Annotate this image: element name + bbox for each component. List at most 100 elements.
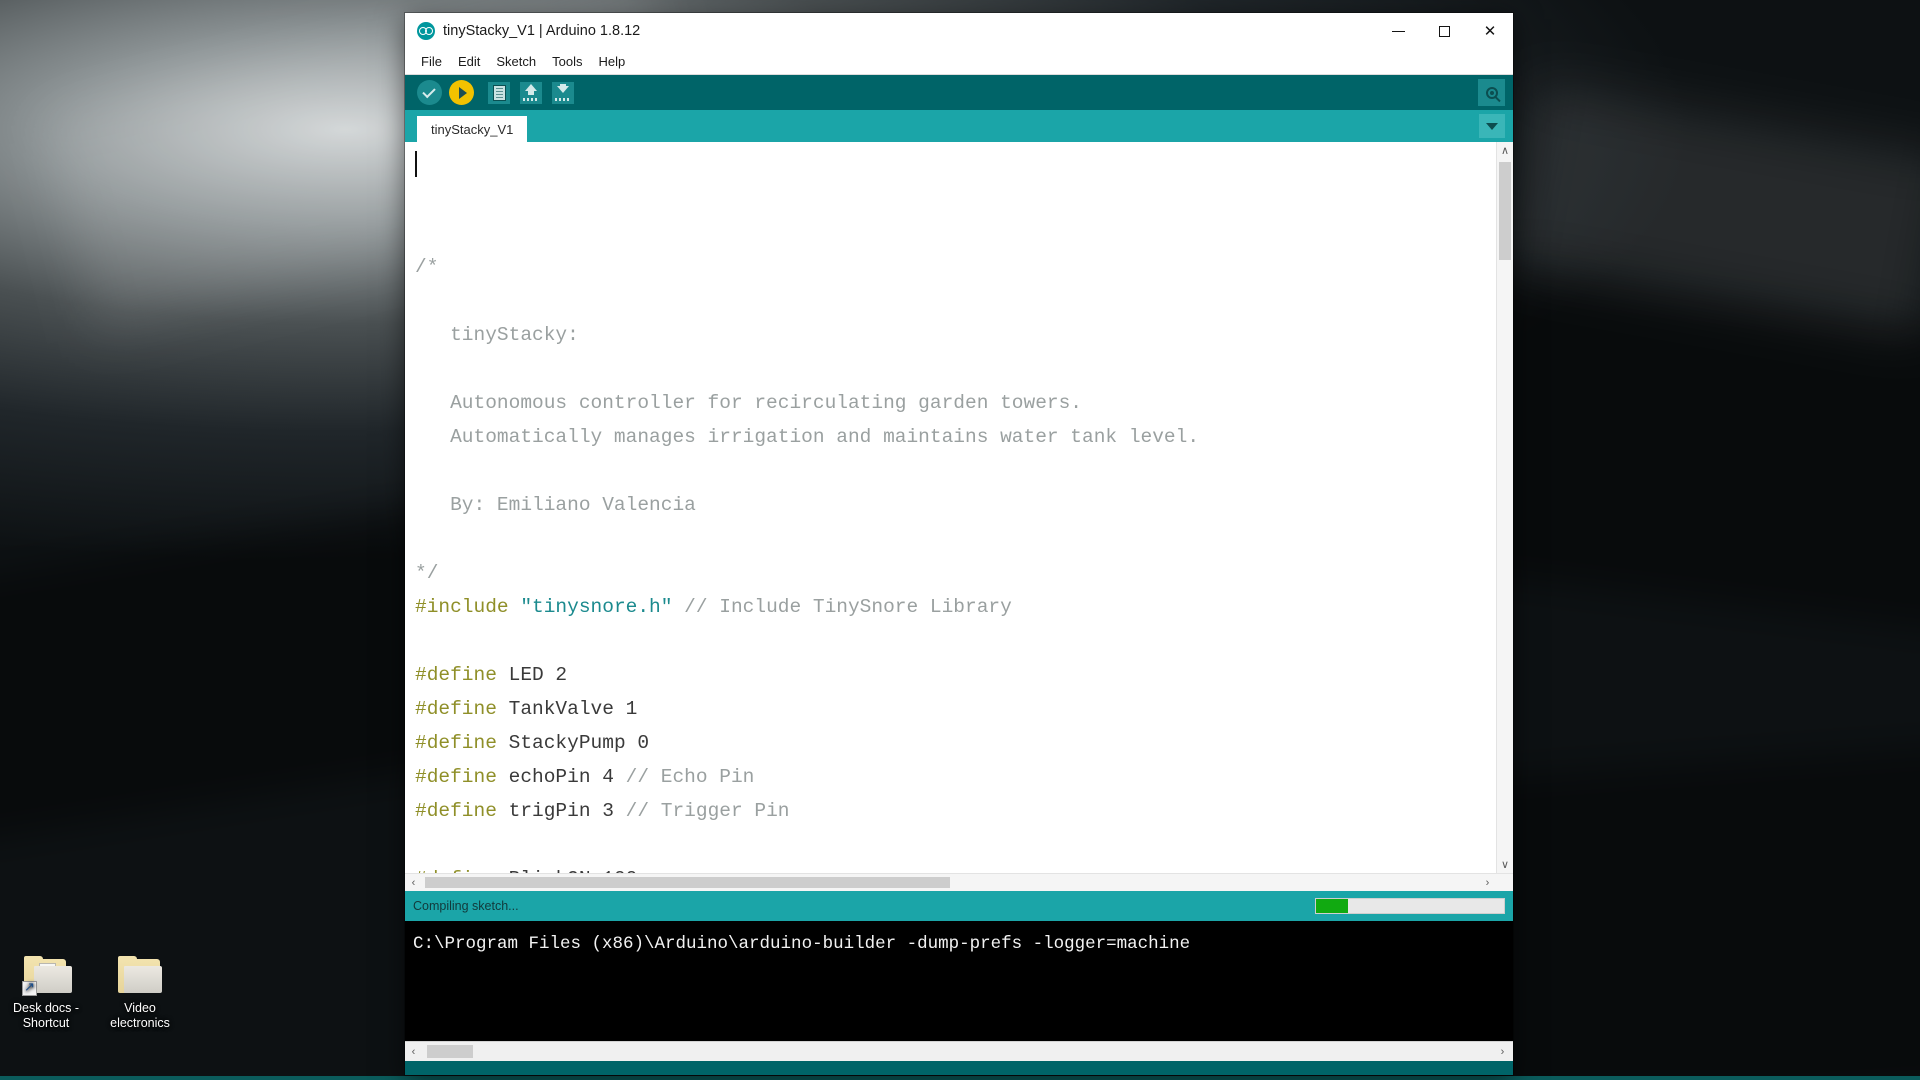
status-bar: Compiling sketch... xyxy=(405,891,1513,921)
code-token: "tinysnore.h" xyxy=(520,596,673,618)
desktop-icon-label: Desk docs - xyxy=(13,1001,79,1015)
code-token: TankValve 1 xyxy=(508,698,638,720)
editor-horizontal-scroll-thumb[interactable] xyxy=(425,877,950,888)
taskbar[interactable] xyxy=(0,1076,1920,1080)
open-sketch-button[interactable] xyxy=(517,79,545,107)
chevron-down-icon xyxy=(1486,122,1498,130)
code-token: #define xyxy=(415,732,509,754)
code-token: tinyStacky: xyxy=(415,324,579,346)
code-token: #define xyxy=(415,698,509,720)
code-token: */ xyxy=(415,562,439,584)
code-line: #define BlinkON 100 xyxy=(415,862,1496,873)
maximize-button[interactable] xyxy=(1421,13,1467,49)
arrow-up-icon xyxy=(520,81,542,104)
compile-progress-bar xyxy=(1315,898,1505,914)
code-line: Automatically manages irrigation and mai… xyxy=(415,420,1496,454)
code-token: trigPin 3 xyxy=(508,800,626,822)
save-sketch-button[interactable] xyxy=(549,79,577,107)
code-token: StackyPump 0 xyxy=(508,732,650,754)
code-line: */ xyxy=(415,556,1496,590)
console-scroll-right-arrow-icon[interactable]: › xyxy=(1494,1043,1511,1060)
editor-row: /* tinyStacky: Autonomous controller for… xyxy=(405,142,1513,873)
close-icon: ✕ xyxy=(1483,23,1497,40)
new-sketch-button[interactable] xyxy=(485,79,513,107)
shortcut-folder-icon xyxy=(22,955,72,997)
serial-monitor-button[interactable] xyxy=(1478,79,1505,106)
minimize-icon xyxy=(1391,30,1405,32)
console-scroll-left-arrow-icon[interactable]: ‹ xyxy=(405,1043,422,1060)
arduino-logo-icon xyxy=(417,22,435,40)
console-horizontal-scroll-thumb[interactable] xyxy=(427,1045,473,1058)
minimize-button[interactable] xyxy=(1375,13,1421,49)
desktop-icon-label: Shortcut xyxy=(22,1016,70,1030)
arrow-down-icon xyxy=(552,81,574,104)
status-message: Compiling sketch... xyxy=(413,899,519,913)
window-titlebar[interactable]: tinyStacky_V1 | Arduino 1.8.12 ✕ xyxy=(405,13,1513,49)
code-line: #define StackyPump 0 xyxy=(415,726,1496,760)
editor-wrapper: /* tinyStacky: Autonomous controller for… xyxy=(405,142,1513,891)
upload-button[interactable] xyxy=(447,79,475,107)
magnifier-icon xyxy=(1485,86,1498,99)
menu-item-file[interactable]: File xyxy=(413,51,450,72)
menu-item-edit[interactable]: Edit xyxy=(450,51,488,72)
menu-item-tools[interactable]: Tools xyxy=(544,51,590,72)
editor-horizontal-scrollbar[interactable]: ‹ › xyxy=(405,873,1513,891)
code-token: Autonomous controller for recirculating … xyxy=(415,392,1083,414)
code-line: #define echoPin 4 // Echo Pin xyxy=(415,760,1496,794)
tab-menu-button[interactable] xyxy=(1479,114,1505,138)
code-token: #define xyxy=(415,800,509,822)
desktop-icon-desk-docs[interactable]: Desk docs - Shortcut xyxy=(2,955,90,1031)
code-token: By: Emiliano Valencia xyxy=(415,494,696,516)
checkmark-icon xyxy=(416,80,442,105)
menu-item-sketch[interactable]: Sketch xyxy=(488,51,544,72)
console-horizontal-scrollbar[interactable]: ‹ › xyxy=(405,1041,1513,1061)
tabbar: tinyStacky_V1 xyxy=(405,110,1513,142)
console-output[interactable]: C:\Program Files (x86)\Arduino\arduino-b… xyxy=(405,921,1513,1041)
code-token: #include xyxy=(415,596,521,618)
desktop-icon-video-electronics[interactable]: Video electronics xyxy=(96,955,184,1031)
code-token: Automatically manages irrigation and mai… xyxy=(415,426,1200,448)
verify-button[interactable] xyxy=(415,79,443,107)
code-token: echoPin 4 xyxy=(508,766,626,788)
bottom-status-strip xyxy=(405,1061,1513,1075)
scroll-up-arrow-icon[interactable]: ∧ xyxy=(1497,142,1513,159)
text-caret xyxy=(415,151,417,177)
code-token: #define xyxy=(415,766,509,788)
shortcut-arrow-icon xyxy=(22,979,37,996)
window-title: tinyStacky_V1 | Arduino 1.8.12 xyxy=(443,23,641,39)
compile-progress-fill xyxy=(1316,899,1348,913)
code-token: // Trigger Pin xyxy=(625,800,790,822)
code-line: #include "tinysnore.h" // Include TinySn… xyxy=(415,590,1496,624)
code-line: #define trigPin 3 // Trigger Pin xyxy=(415,794,1496,828)
tab-tinystacky-v1[interactable]: tinyStacky_V1 xyxy=(417,116,528,142)
code-token: // Include TinySnore Library xyxy=(672,596,1012,618)
window-controls: ✕ xyxy=(1375,13,1513,49)
code-line: By: Emiliano Valencia xyxy=(415,488,1496,522)
code-lines: /* tinyStacky: Autonomous controller for… xyxy=(415,250,1496,873)
toolbar xyxy=(405,75,1513,110)
arduino-ide-window: tinyStacky_V1 | Arduino 1.8.12 ✕ File Ed… xyxy=(405,13,1513,1075)
close-button[interactable]: ✕ xyxy=(1467,13,1513,49)
code-line: #define LED 2 xyxy=(415,658,1496,692)
scroll-left-arrow-icon[interactable]: ‹ xyxy=(405,874,422,891)
menu-item-help[interactable]: Help xyxy=(590,51,633,72)
desktop-icon-label: Video xyxy=(124,1001,156,1015)
code-token: LED 2 xyxy=(508,664,568,686)
code-token: // Echo Pin xyxy=(625,766,755,788)
arrow-right-icon xyxy=(448,80,474,105)
desktop-icon-label: electronics xyxy=(110,1016,170,1030)
code-line: #define TankValve 1 xyxy=(415,692,1496,726)
code-token: /* xyxy=(415,256,439,278)
scroll-down-arrow-icon[interactable]: ∨ xyxy=(1497,856,1513,873)
menubar: File Edit Sketch Tools Help xyxy=(405,49,1513,75)
editor-vertical-scroll-thumb[interactable] xyxy=(1499,162,1511,260)
scroll-right-arrow-icon[interactable]: › xyxy=(1479,874,1496,891)
code-line: tinyStacky: xyxy=(415,318,1496,352)
editor-vertical-scrollbar[interactable]: ∧ ∨ xyxy=(1496,142,1513,873)
code-line: Autonomous controller for recirculating … xyxy=(415,386,1496,420)
code-editor[interactable]: /* tinyStacky: Autonomous controller for… xyxy=(405,142,1496,873)
